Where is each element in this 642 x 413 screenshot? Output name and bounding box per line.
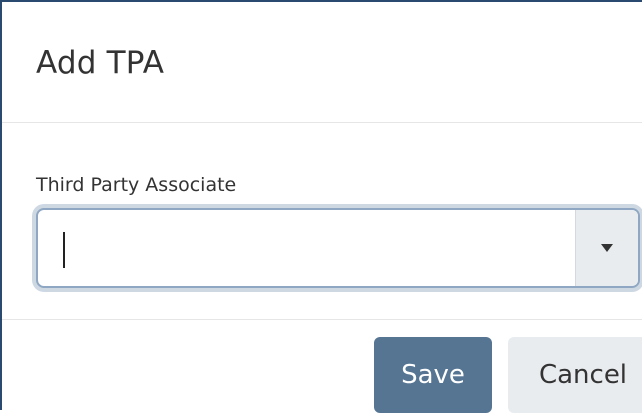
third-party-associate-label: Third Party Associate: [36, 174, 237, 196]
text-cursor: [63, 232, 65, 268]
dialog-title: Add TPA: [36, 45, 165, 81]
save-button[interactable]: Save: [374, 337, 492, 413]
cancel-button[interactable]: Cancel: [508, 337, 642, 413]
add-tpa-dialog: Add TPA Third Party Associate Save Cance…: [0, 0, 642, 413]
third-party-associate-select[interactable]: [36, 208, 640, 288]
dropdown-toggle-button[interactable]: [575, 210, 638, 286]
third-party-associate-input[interactable]: [38, 210, 578, 286]
caret-down-icon: [601, 244, 613, 252]
dialog-header: Add TPA: [2, 2, 642, 123]
